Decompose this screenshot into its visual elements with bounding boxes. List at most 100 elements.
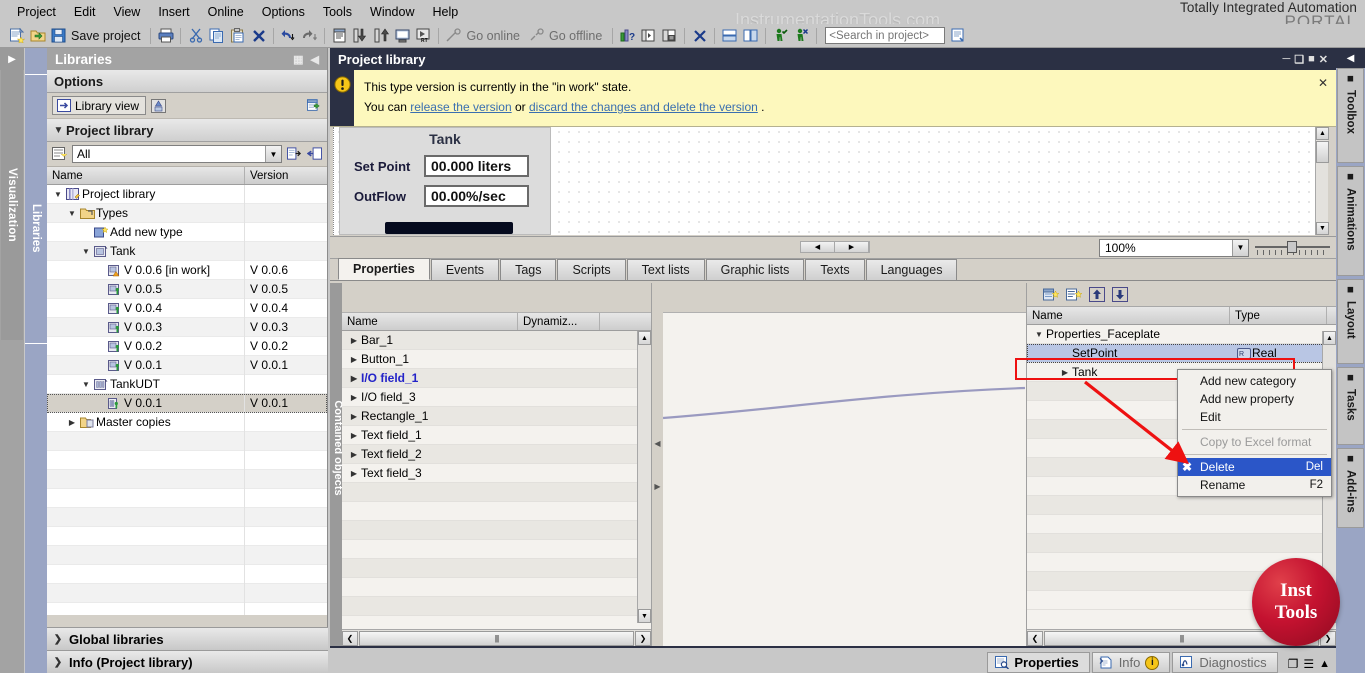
menu-item-insert[interactable]: Insert	[149, 3, 198, 21]
scroll-thumb[interactable]: ||||	[359, 630, 634, 646]
close-window-icon[interactable]: ✕	[1319, 53, 1328, 66]
move-down-icon[interactable]	[1110, 285, 1130, 304]
scroll-left-icon[interactable]: ❮	[1027, 630, 1043, 646]
menu-item-project[interactable]: Project	[8, 3, 65, 21]
restore-pane-icon[interactable]: ❐	[1288, 657, 1299, 671]
chevron-right-icon[interactable]: ▶	[347, 336, 361, 345]
delete-icon[interactable]	[249, 26, 268, 45]
status-tab-info[interactable]: Info i	[1091, 652, 1171, 673]
library-tree-row[interactable]: Add new type	[47, 222, 327, 242]
library-filter-combo[interactable]: All ▼	[72, 145, 282, 163]
context-menu-item-edit[interactable]: Edit	[1178, 408, 1331, 426]
menu-item-help[interactable]: Help	[423, 3, 467, 21]
tank-faceplate[interactable]: Tank Set Point 00.000 liters OutFlow 00.…	[339, 127, 551, 235]
scroll-up-icon[interactable]: ▲	[1323, 331, 1336, 345]
scroll-thumb[interactable]	[1316, 141, 1329, 163]
property-context-menu[interactable]: Add new category Add new property Edit Copy…	[1177, 369, 1332, 497]
arrange-horizontally-icon[interactable]	[720, 26, 739, 45]
scroll-right-icon[interactable]: ▶	[835, 242, 869, 252]
editor-tab-scripts[interactable]: Scripts	[557, 259, 626, 280]
discard-changes-link[interactable]: discard the changes and delete the versi…	[529, 100, 758, 114]
go-online-label[interactable]: Go online	[464, 29, 526, 43]
contained-object-row[interactable]: ▶ Button_1	[342, 350, 651, 369]
scroll-up-icon[interactable]: ▲	[638, 331, 651, 345]
save-icon[interactable]	[49, 26, 68, 45]
expand-pane-icon[interactable]: ☰	[1303, 657, 1314, 671]
accept-changes-icon[interactable]	[771, 26, 790, 45]
split-editor-vertical-icon[interactable]	[660, 26, 679, 45]
contained-objects-vertical-scrollbar[interactable]: ▲ ▼	[637, 331, 651, 623]
chevron-right-icon[interactable]: ▶	[347, 450, 361, 459]
editor-tab-events[interactable]: Events	[430, 259, 500, 280]
scroll-down-icon[interactable]: ▼	[1316, 222, 1329, 235]
chevron-right-icon[interactable]: ▶	[347, 374, 361, 383]
editor-tab-properties[interactable]: Properties	[338, 258, 430, 280]
context-menu-item-delete[interactable]: ✖ Delete Del	[1178, 458, 1331, 476]
copy-icon[interactable]	[207, 26, 226, 45]
search-input[interactable]	[825, 27, 946, 44]
menu-item-view[interactable]: View	[104, 3, 149, 21]
move-up-icon[interactable]	[1087, 285, 1107, 304]
save-project-label[interactable]: Save project	[69, 29, 146, 43]
vertical-tab-libraries[interactable]: Libraries	[25, 158, 47, 298]
paste-icon[interactable]	[228, 26, 247, 45]
contained-objects-list[interactable]: ▶ Bar_1 ▶ Button_1 ▶ I/O field_1 ▶ I/O field_3 ▶…	[342, 331, 651, 673]
context-menu-item-add-new-property[interactable]: Add new property	[1178, 390, 1331, 408]
contained-object-row[interactable]: ▶ I/O field_3	[342, 388, 651, 407]
chevron-down-icon[interactable]: ▼	[1032, 330, 1046, 339]
chevron-down-icon[interactable]: ▼	[51, 125, 66, 136]
open-arrow-icon[interactable]	[287, 147, 302, 161]
close-notice-icon[interactable]: ✕	[1318, 76, 1328, 90]
chevron-right-icon[interactable]: ▶	[347, 393, 361, 402]
chevron-right-icon[interactable]: ▶	[347, 412, 361, 421]
close-editor-icon[interactable]	[690, 26, 709, 45]
reject-changes-icon[interactable]	[792, 26, 811, 45]
arrange-vertically-icon[interactable]	[741, 26, 760, 45]
scroll-up-icon[interactable]: ▲	[1316, 127, 1329, 140]
library-tree-row[interactable]: ▼ Project library	[47, 185, 327, 204]
restore-window-icon[interactable]: ▦	[293, 53, 303, 66]
menu-item-edit[interactable]: Edit	[65, 3, 105, 21]
download-icon[interactable]	[351, 26, 370, 45]
right-tab-add-ins[interactable]: ■ Add-ins	[1337, 448, 1364, 528]
undo-icon[interactable]	[279, 26, 298, 45]
compile-icon[interactable]	[330, 26, 349, 45]
library-tree-row[interactable]: V 0.0.6 [in work] V 0.0.6	[47, 260, 327, 280]
context-menu-item-rename[interactable]: Rename F2	[1178, 476, 1331, 494]
search-go-icon[interactable]	[949, 26, 968, 45]
chevron-right-icon[interactable]: ▶	[347, 431, 361, 440]
right-tab-toolbox[interactable]: ■ Toolbox	[1337, 68, 1364, 163]
zoom-slider[interactable]	[1255, 239, 1330, 257]
scroll-right-icon[interactable]: ❯	[635, 630, 651, 646]
go-offline-icon[interactable]	[527, 26, 546, 45]
library-view-button[interactable]: Library view	[52, 96, 147, 115]
contained-object-row[interactable]: ▶ Text field_2	[342, 445, 651, 464]
menu-item-tools[interactable]: Tools	[314, 3, 361, 21]
minimize-window-icon[interactable]: ─	[1282, 53, 1290, 65]
filter-icon[interactable]	[52, 147, 67, 161]
chevron-down-icon[interactable]: ▼	[1232, 239, 1248, 256]
menu-item-options[interactable]: Options	[253, 3, 314, 21]
start-simulation-icon[interactable]	[393, 26, 412, 45]
start-runtime-icon[interactable]: RT	[414, 26, 433, 45]
contained-objects-horizontal-scrollbar[interactable]: ❮ |||| ❯	[342, 629, 651, 646]
scroll-left-icon[interactable]: ◀	[801, 242, 835, 252]
add-new-property-icon[interactable]	[1064, 285, 1084, 304]
right-tab-tasks[interactable]: ■ Tasks	[1337, 367, 1364, 445]
upload-icon[interactable]	[372, 26, 391, 45]
chevron-down-icon[interactable]: ▼	[265, 146, 281, 162]
go-online-icon[interactable]	[444, 26, 463, 45]
editor-tab-texts[interactable]: Texts	[805, 259, 865, 280]
maximize-window-icon[interactable]: ■	[1308, 53, 1315, 65]
context-menu-item-add-new-category[interactable]: Add new category	[1178, 372, 1331, 390]
scroll-left-icon[interactable]: ❮	[342, 630, 358, 646]
print-icon[interactable]	[156, 26, 175, 45]
open-project-icon[interactable]	[28, 26, 47, 45]
chevron-down-icon[interactable]: ▼	[51, 190, 65, 199]
global-libraries-section[interactable]: ❯ Global libraries	[47, 627, 328, 650]
canvas-horizontal-scrollbar[interactable]: ◀ ▶	[800, 241, 870, 253]
export-library-icon[interactable]	[307, 99, 322, 113]
canvas-vertical-scrollbar[interactable]: ▲ ▼	[1315, 127, 1329, 235]
add-new-category-icon[interactable]	[1041, 285, 1061, 304]
library-tree-row[interactable]: V 0.0.1 V 0.0.1	[47, 355, 327, 375]
